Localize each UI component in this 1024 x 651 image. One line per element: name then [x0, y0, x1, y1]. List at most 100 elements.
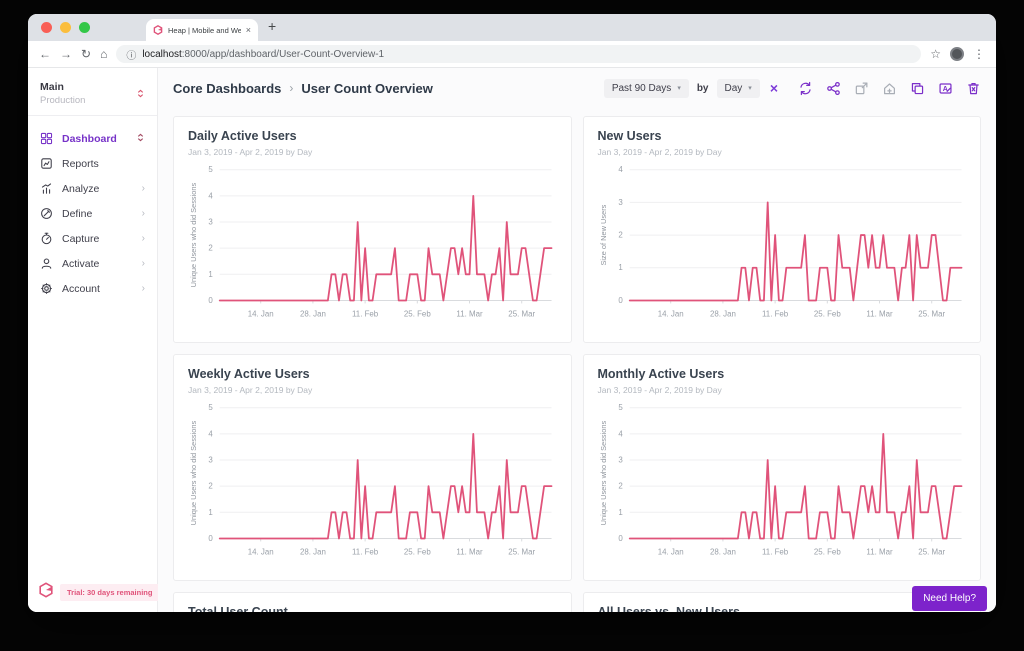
dashboard-grid-icon [40, 132, 53, 145]
browser-tab[interactable]: Heap | Mobile and Web Analyt × [146, 19, 258, 41]
chevron-right-icon: › [142, 209, 145, 219]
line-chart[interactable]: 01234514. Jan28. Jan11. Feb25. Feb11. Ma… [188, 161, 557, 325]
y-axis-tick-label: 2 [208, 482, 212, 491]
new-tab-button[interactable]: + [268, 18, 276, 34]
chevron-right-icon: › [142, 259, 145, 269]
breadcrumb-root[interactable]: Core Dashboards [173, 81, 281, 96]
chart-svg: 01234514. Jan28. Jan11. Feb25. Feb11. Ma… [188, 161, 557, 325]
line-chart[interactable]: 0123414. Jan28. Jan11. Feb25. Feb11. Mar… [598, 161, 967, 325]
y-axis-tick-label: 3 [618, 198, 623, 207]
browser-menu-icon[interactable]: ⋮ [973, 48, 985, 60]
zoom-window-button[interactable] [79, 22, 90, 33]
y-axis-tick-label: 4 [208, 429, 213, 438]
workspace-switcher[interactable]: Main Production [28, 68, 157, 116]
sidebar-item-analyze[interactable]: Analyze› [28, 176, 157, 201]
reload-icon[interactable]: ↻ [81, 48, 91, 60]
y-axis-tick-label: 0 [208, 296, 213, 305]
refresh-icon[interactable] [798, 81, 813, 96]
back-icon[interactable]: ← [39, 48, 51, 60]
sidebar-item-capture[interactable]: Capture › [28, 226, 157, 251]
export-icon[interactable] [854, 81, 869, 96]
y-axis-tick-label: 0 [618, 296, 623, 305]
chart-subtitle: Jan 3, 2019 - Apr 2, 2019 by Day [188, 147, 557, 157]
y-axis-tick-label: 5 [618, 403, 623, 412]
sidebar-item-activate[interactable]: Activate› [28, 251, 157, 276]
chart-title: Daily Active Users [188, 129, 557, 143]
chart-svg: 0123414. Jan28. Jan11. Feb25. Feb11. Mar… [598, 161, 967, 325]
sidebar-item-account[interactable]: Account › [28, 276, 157, 301]
browser-profile-avatar[interactable] [950, 47, 964, 61]
chart-subtitle: Jan 3, 2019 - Apr 2, 2019 by Day [598, 385, 967, 395]
y-axis-tick-label: 1 [618, 508, 623, 517]
chart-svg: 01234514. Jan28. Jan11. Feb25. Feb11. Ma… [188, 399, 557, 563]
x-axis-tick-label: 14. Jan [248, 547, 274, 556]
x-axis-tick-label: 25. Feb [404, 309, 431, 318]
y-axis-tick-label: 5 [208, 403, 213, 412]
trial-days-badge[interactable]: Trial: 30 days remaining [60, 584, 159, 601]
site-info-icon[interactable]: ⓘ [126, 47, 136, 62]
date-range-dropdown[interactable]: Past 90 Days ▾ [604, 79, 689, 98]
chart-card-new-users: New Users Jan 3, 2019 - Apr 2, 2019 by D… [583, 116, 982, 343]
date-range-value: Past 90 Days [612, 83, 671, 94]
x-axis-tick-label: 11. Feb [761, 309, 788, 318]
granularity-dropdown[interactable]: Day ▾ [717, 79, 760, 98]
y-axis-tick-label: 5 [208, 165, 213, 174]
sort-caret-icon[interactable] [136, 133, 145, 145]
delete-icon[interactable] [966, 81, 981, 96]
browser-toolbar: ← → ↻ ⌂ ⓘ localhost:8000/app/dashboard/U… [28, 41, 996, 68]
share-icon[interactable] [826, 81, 841, 96]
line-chart[interactable]: 01234514. Jan28. Jan11. Feb25. Feb11. Ma… [598, 399, 967, 563]
chart-card-weekly-active-users: Weekly Active Users Jan 3, 2019 - Apr 2,… [173, 354, 572, 581]
chart-title: New Users [598, 129, 967, 143]
sidebar-item-dashboard[interactable]: Dashboard [28, 126, 157, 151]
pin-home-icon[interactable] [882, 81, 897, 96]
chevron-right-icon: › [142, 184, 145, 194]
rename-icon[interactable]: A [938, 81, 953, 96]
sidebar: Main Production Dashboard Reports Analyze›… [28, 68, 158, 612]
y-axis-tick-label: 0 [618, 534, 623, 543]
x-axis-tick-label: 25. Mar [508, 309, 535, 318]
chevron-right-icon: › [142, 234, 145, 244]
y-axis-label: Unique Users who did Sessions [189, 183, 198, 288]
reports-icon [40, 157, 53, 170]
y-axis-tick-label: 1 [618, 263, 623, 272]
page-title: User Count Overview [301, 81, 433, 96]
address-bar[interactable]: ⓘ localhost:8000/app/dashboard/User-Coun… [116, 45, 921, 63]
y-axis-label: Size of New Users [598, 204, 607, 265]
bookmark-star-icon[interactable]: ☆ [930, 48, 941, 60]
sidebar-item-define[interactable]: Define › [28, 201, 157, 226]
analyze-icon [40, 182, 53, 195]
account-icon [40, 282, 53, 295]
minimize-window-button[interactable] [60, 22, 71, 33]
sidebar-item-label: Reports [62, 158, 99, 170]
forward-icon[interactable]: → [60, 48, 72, 60]
line-chart[interactable]: 01234514. Jan28. Jan11. Feb25. Feb11. Ma… [188, 399, 557, 563]
sidebar-item-label: Capture [62, 233, 99, 245]
y-axis-label: Unique Users who did Sessions [189, 421, 198, 526]
browser-window: Heap | Mobile and Web Analyt × + ← → ↻ ⌂… [28, 14, 996, 612]
chart-subtitle: Jan 3, 2019 - Apr 2, 2019 by Day [188, 385, 557, 395]
y-axis-tick-label: 4 [618, 165, 623, 174]
need-help-button[interactable]: Need Help? [912, 586, 987, 611]
window-traffic-lights [41, 22, 90, 33]
browser-tab-strip: Heap | Mobile and Web Analyt × + [28, 14, 996, 41]
sidebar-item-label: Account [62, 283, 100, 295]
y-axis-label: Unique Users who did Sessions [598, 421, 607, 526]
x-axis-tick-label: 25. Mar [918, 547, 945, 556]
sidebar-item-reports[interactable]: Reports [28, 151, 157, 176]
clear-filter-icon[interactable]: × [770, 81, 778, 95]
home-icon[interactable]: ⌂ [100, 48, 107, 60]
tab-close-icon[interactable]: × [246, 26, 251, 35]
x-axis-tick-label: 11. Feb [761, 547, 788, 556]
chart-svg: 01234514. Jan28. Jan11. Feb25. Feb11. Ma… [598, 399, 967, 563]
chevron-right-icon: › [142, 284, 145, 294]
define-icon [40, 207, 53, 220]
environment-name: Production [40, 95, 136, 106]
duplicate-icon[interactable] [910, 81, 925, 96]
y-axis-tick-label: 0 [208, 534, 213, 543]
close-window-button[interactable] [41, 22, 52, 33]
sidebar-nav: DashboardReportsAnalyze›Define›Capture›A… [28, 116, 157, 311]
breadcrumb-separator-icon: › [289, 81, 293, 95]
sidebar-item-label: Define [62, 208, 92, 220]
sidebar-item-label: Dashboard [62, 133, 117, 145]
